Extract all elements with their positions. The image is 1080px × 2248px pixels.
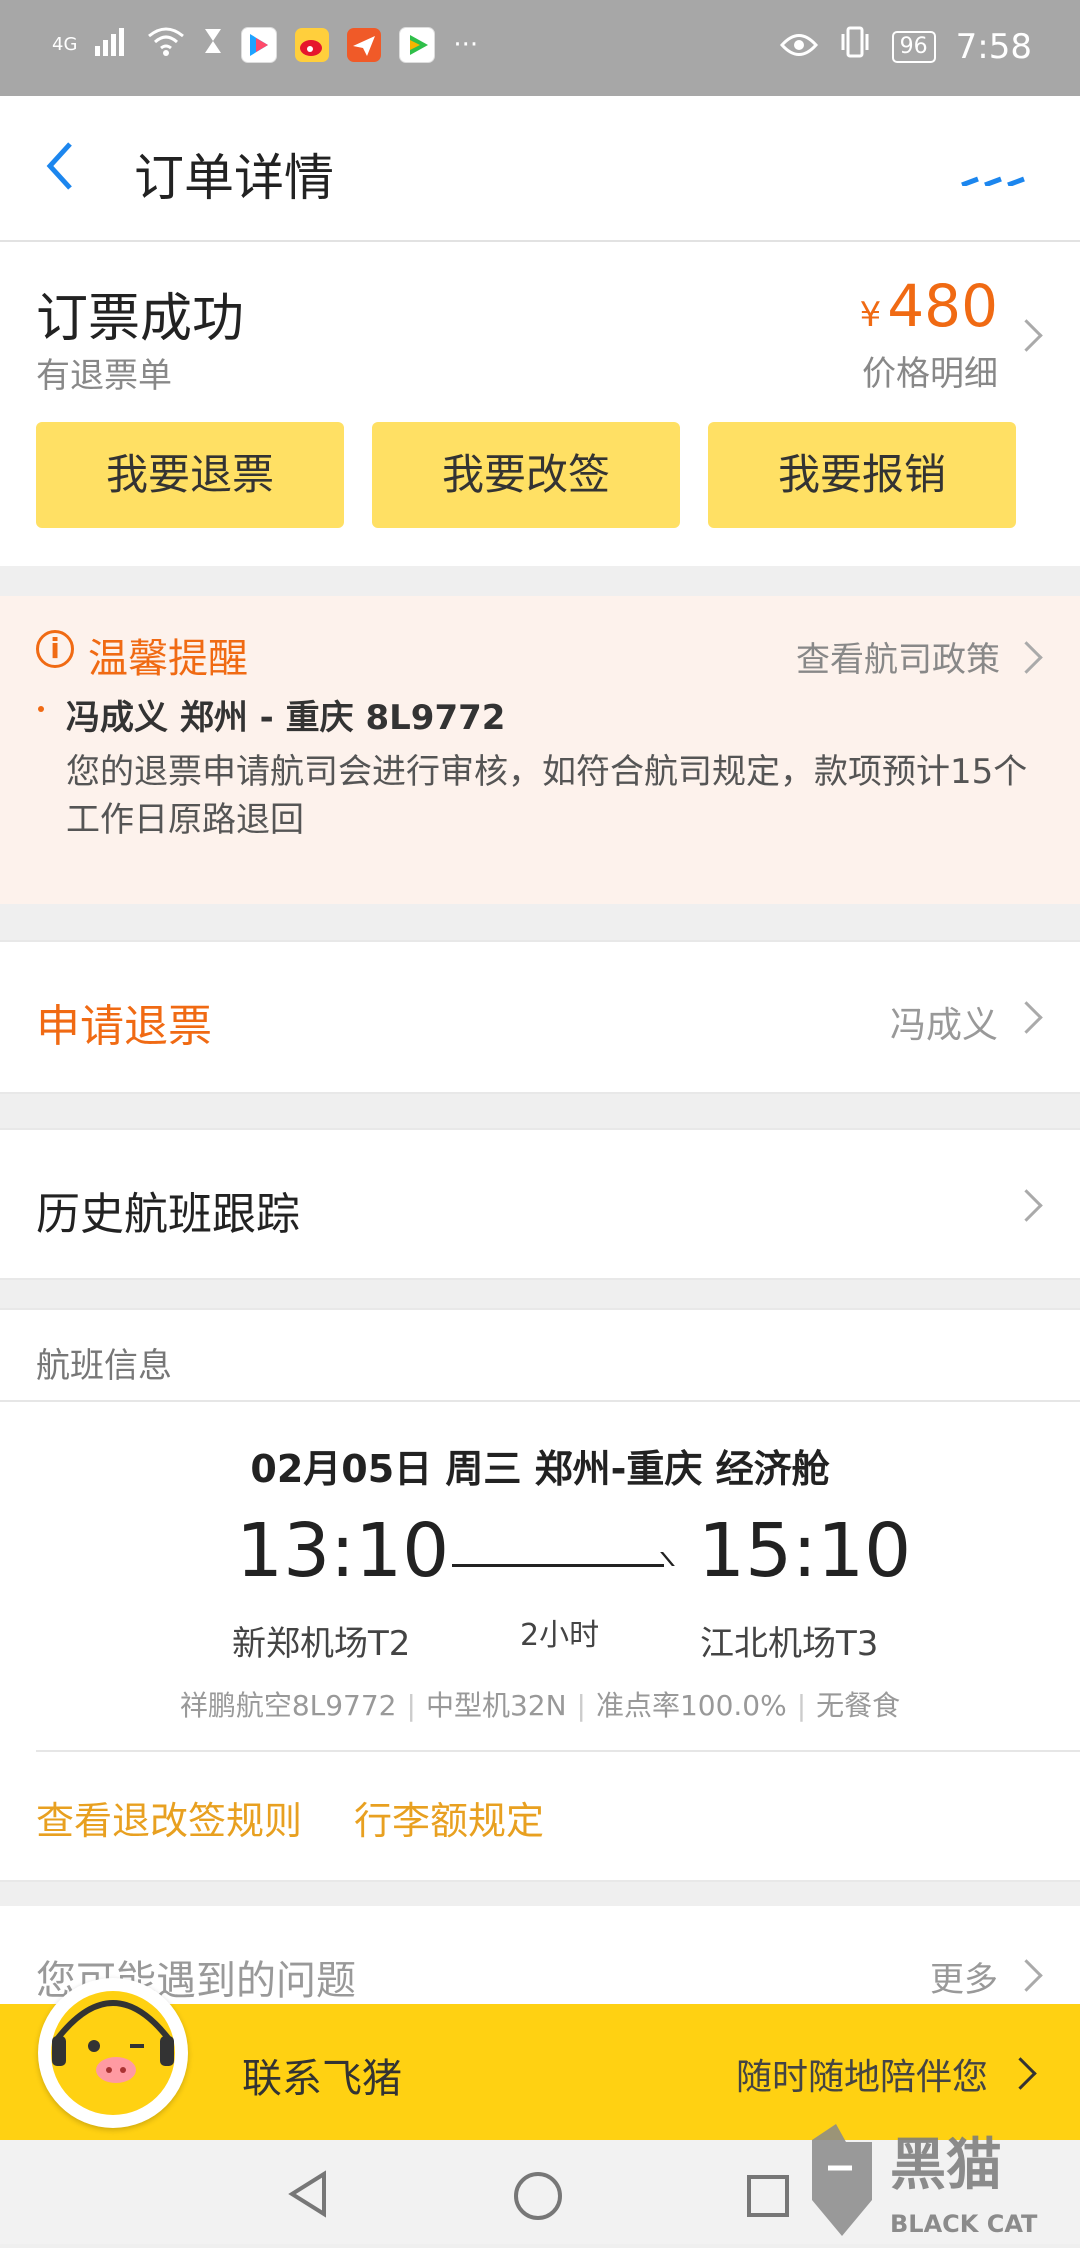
pig-mascot-avatar[interactable] <box>38 1978 188 2128</box>
watermark-cn: 黑猫 <box>890 2133 1002 2198</box>
order-status-subtitle: 有退票单 <box>36 356 172 396</box>
change-button[interactable]: 我要改签 <box>372 422 680 528</box>
status-bar: 4G ··· 96 7:58 <box>0 0 1080 96</box>
faq-more-link[interactable]: 更多 <box>930 1952 998 2001</box>
departure-time: 13:10 <box>236 1508 450 1594</box>
more-menu-button[interactable] <box>960 158 1026 188</box>
youku-app-icon <box>241 26 278 63</box>
send-app-icon <box>347 27 382 62</box>
chevron-right-icon <box>1010 1959 1043 1992</box>
arrival-airport: 江北机场T3 <box>700 1624 879 1664</box>
flight-duration: 2小时 <box>520 1618 600 1653</box>
battery-icon: 96 <box>891 30 936 63</box>
chevron-right-icon[interactable] <box>1010 641 1043 674</box>
currency-symbol: ¥ <box>859 295 882 335</box>
vibrate-icon <box>838 26 872 67</box>
arrival-time: 15:10 <box>698 1508 912 1594</box>
refund-application-label: 申请退票 <box>36 1001 212 1052</box>
page-title: 订单详情 <box>134 149 334 207</box>
price-detail-link[interactable]: 价格明细 <box>862 346 998 395</box>
more-notifications-icon: ··· <box>453 29 479 60</box>
baggage-rules-link[interactable]: 行李额规定 <box>354 1790 544 1845</box>
contact-label: 联系飞猪 <box>242 2056 402 2102</box>
chevron-right-icon[interactable] <box>1010 319 1043 352</box>
flight-info-header: 航班信息 <box>36 1346 172 1386</box>
contact-slogan: 随时随地陪伴您 <box>735 2057 988 2098</box>
clock: 7:58 <box>955 26 1032 67</box>
eye-comfort-icon <box>779 27 818 67</box>
hourglass-icon <box>203 27 223 62</box>
nav-recents-icon[interactable] <box>746 2174 790 2222</box>
reimburse-button[interactable]: 我要报销 <box>708 422 1016 528</box>
notice-passenger-route: 冯成义 郑州 - 重庆 8L9772 <box>66 698 506 738</box>
refund-application-row[interactable]: 申请退票 冯成义 <box>0 940 1080 1094</box>
video-app-icon <box>399 26 436 63</box>
order-price[interactable]: ¥480 <box>860 272 998 340</box>
nav-bar: 订单详情 <box>0 96 1080 242</box>
flight-info-card: 航班信息 02月05日 周三 郑州-重庆 经济舱 13:10 15:10 2小时… <box>0 1308 1080 1882</box>
on-time-rate: 准点率100.0% <box>595 1689 787 1722</box>
price-value: 480 <box>887 272 998 340</box>
order-status-title: 订票成功 <box>36 289 245 349</box>
flight-meta: 祥鹏航空8L9772 | 中型机32N | 准点率100.0% | 无餐食 <box>179 1689 901 1722</box>
info-icon: i <box>36 630 74 668</box>
bullet-dot <box>38 706 44 712</box>
notice-panel: i 温馨提醒 查看航司政策 冯成义 郑州 - 重庆 8L9772 您的退票申请航… <box>0 596 1080 904</box>
chevron-right-icon <box>1010 1001 1043 1034</box>
flight-arrow-line <box>452 1564 664 1567</box>
flight-airline: 祥鹏航空8L9772 <box>179 1689 397 1722</box>
order-status-card: 订票成功 有退票单 ¥480 价格明细 我要退票 我要改签 我要报销 <box>0 242 1080 566</box>
signal-icon <box>95 26 129 63</box>
nav-home-icon[interactable] <box>512 2170 564 2226</box>
airline-policy-link[interactable]: 查看航司政策 <box>796 632 1000 681</box>
divider <box>0 1400 1080 1402</box>
flight-date-line: 02月05日 周三 郑州-重庆 经济舱 <box>250 1447 830 1491</box>
nav-back-icon[interactable] <box>286 2170 330 2222</box>
network-indicator: 4G <box>52 34 78 55</box>
meal-info: 无餐食 <box>816 1689 901 1722</box>
chevron-right-icon <box>1010 1189 1043 1222</box>
aircraft-type: 中型机32N <box>425 1689 567 1722</box>
history-flight-row[interactable]: 历史航班跟踪 <box>0 1128 1080 1280</box>
refund-passenger: 冯成义 <box>889 1005 998 1046</box>
notice-title: 温馨提醒 <box>88 636 248 682</box>
black-cat-watermark: 黑猫 BLACK CAT <box>806 2120 1080 2244</box>
notice-message: 您的退票申请航司会进行审核，如符合航司规定，款项预计15个工作日原路退回 <box>66 752 1028 840</box>
departure-airport: 新郑机场T2 <box>232 1624 411 1664</box>
divider <box>36 1750 1080 1752</box>
wifi-icon <box>147 26 185 63</box>
refund-button[interactable]: 我要退票 <box>36 422 344 528</box>
chevron-right-icon <box>1004 2057 1037 2090</box>
history-flight-label: 历史航班跟踪 <box>36 1189 300 1240</box>
watermark-en: BLACK CAT <box>890 2210 1038 2238</box>
weibo-app-icon <box>295 27 330 62</box>
back-arrow-icon[interactable] <box>40 136 80 200</box>
refund-rules-link[interactable]: 查看退改签规则 <box>36 1790 302 1845</box>
